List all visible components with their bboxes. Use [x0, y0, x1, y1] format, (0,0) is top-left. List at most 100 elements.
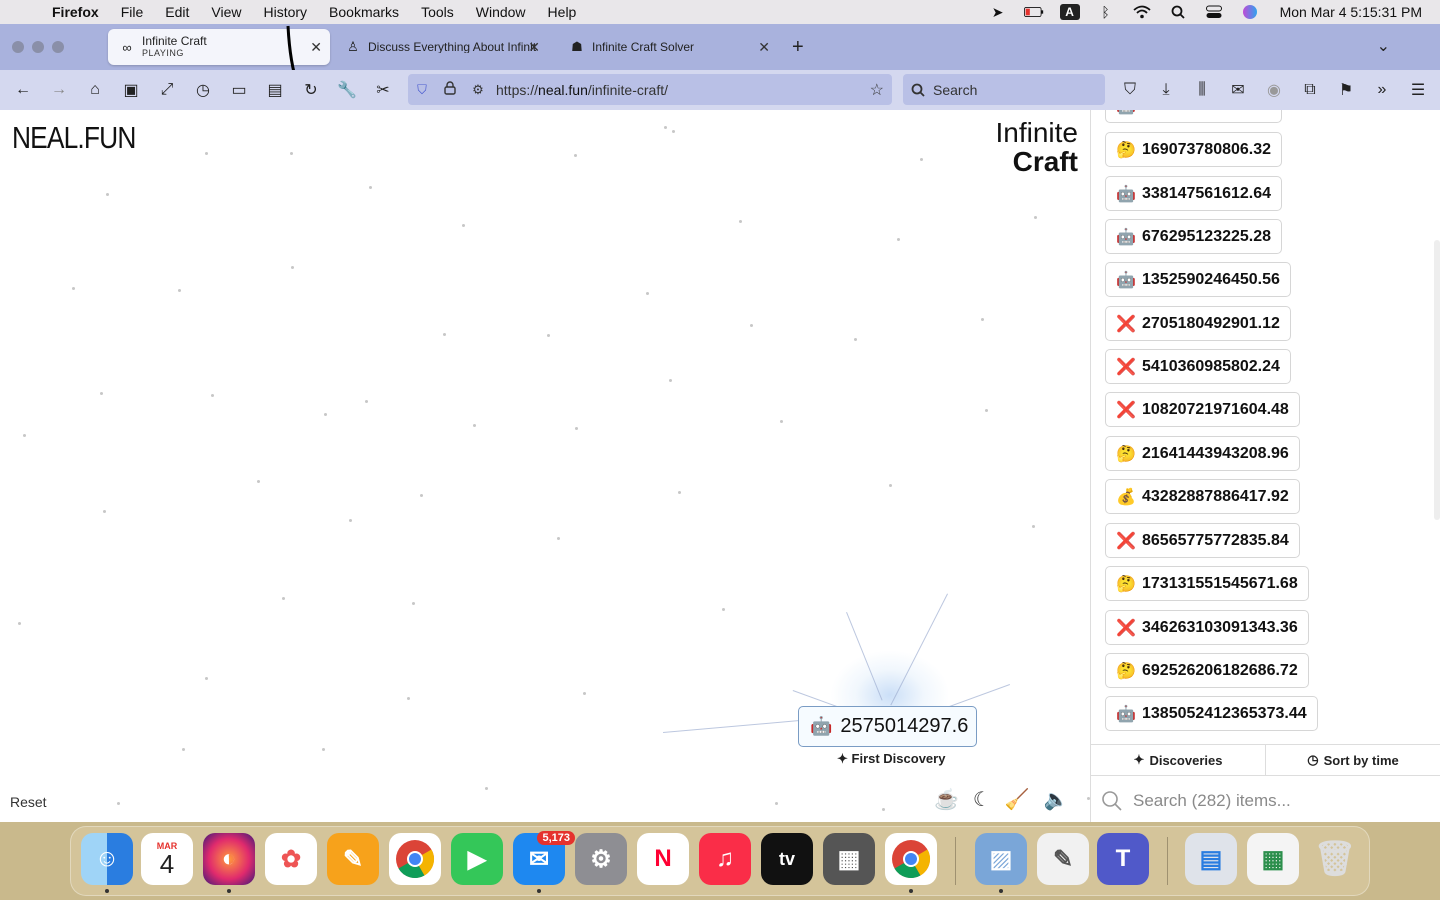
tab-discuss[interactable]: ♙ Discuss Everything About Infinit ✕: [334, 29, 548, 65]
firefox-app-icon[interactable]: ◐: [203, 833, 255, 885]
menu-help[interactable]: Help: [548, 4, 577, 20]
pocket-archive-icon[interactable]: ▣: [113, 75, 149, 105]
extensions-puzzle-icon[interactable]: ⧉: [1292, 75, 1328, 105]
list-item[interactable]: 🤔 692526206182686.72: [1105, 653, 1309, 688]
menu-file[interactable]: File: [121, 4, 144, 20]
bookmark-star-icon[interactable]: ☆: [870, 80, 884, 100]
wrench-icon[interactable]: 🔧: [329, 75, 365, 105]
menu-tools[interactable]: Tools: [421, 4, 454, 20]
downloads-stack-icon[interactable]: ▤: [1185, 833, 1237, 885]
address-bar[interactable]: ⛉ ⚙ https://neal.fun/infinite-craft/ ☆: [408, 74, 892, 105]
list-item[interactable]: 🤖 1385052412365373.44: [1105, 696, 1318, 731]
battery-icon[interactable]: [1023, 4, 1044, 20]
finder-app-icon[interactable]: ☺: [81, 833, 133, 885]
lock-icon[interactable]: [436, 81, 464, 98]
teams-app-icon[interactable]: T: [1097, 833, 1149, 885]
pages-app-icon[interactable]: ✎: [327, 833, 379, 885]
zoom-window-button[interactable]: [52, 41, 64, 53]
menu-bookmarks[interactable]: Bookmarks: [329, 4, 399, 20]
forward-arrow-icon[interactable]: →: [41, 75, 77, 105]
items-list[interactable]: 🤖 169073780072.32 🤔 169073780806.32 🤖 3381475…: [1091, 110, 1440, 742]
sidebar-icon[interactable]: ▤: [257, 75, 293, 105]
history-clock-icon[interactable]: ◷: [185, 75, 221, 105]
discoveries-tab[interactable]: ✦ Discoveries: [1091, 745, 1265, 775]
shield-icon[interactable]: ⛉: [408, 82, 436, 98]
search-bar[interactable]: Search: [903, 74, 1105, 105]
bluetooth-icon[interactable]: ᛒ: [1096, 4, 1116, 20]
close-tab-icon[interactable]: ✕: [758, 39, 770, 56]
extension-tools-icon[interactable]: ✂: [365, 75, 401, 105]
bookmark-folder-icon[interactable]: ▭: [221, 75, 257, 105]
coffee-cup-icon[interactable]: ☕: [934, 787, 959, 812]
hamburger-menu-icon[interactable]: ☰: [1400, 75, 1436, 105]
url-text[interactable]: https://neal.fun/infinite-craft/: [496, 82, 668, 98]
music-app-icon[interactable]: ♫: [699, 833, 751, 885]
control-center-icon[interactable]: [1204, 4, 1224, 20]
mail-icon[interactable]: ✉: [1220, 75, 1256, 105]
documents-stack-icon[interactable]: ▦: [1247, 833, 1299, 885]
apple-tv-app-icon[interactable]: tv: [761, 833, 813, 885]
menu-window[interactable]: Window: [476, 4, 526, 20]
list-item[interactable]: ❌ 86565775772835.84: [1105, 523, 1300, 558]
new-tab-button[interactable]: +: [792, 36, 804, 59]
account-icon[interactable]: ◉: [1256, 75, 1292, 105]
craft-canvas[interactable]: NEAL.FUN Infinite Craft 🤖 2575014297.6 ✦…: [0, 110, 1090, 822]
list-item[interactable]: ❌ 346263103091343.36: [1105, 610, 1309, 645]
list-item[interactable]: 🤖 169073780072.32: [1105, 110, 1283, 123]
chrome-app-icon-2[interactable]: [885, 833, 937, 885]
reset-button[interactable]: Reset: [10, 794, 47, 810]
list-item[interactable]: 🤖 338147561612.64: [1105, 176, 1283, 211]
chrome-app-icon[interactable]: [389, 833, 441, 885]
neal-fun-logo[interactable]: NEAL.FUN: [12, 120, 136, 156]
dark-mode-moon-icon[interactable]: ☾: [973, 787, 991, 812]
mail-app-icon[interactable]: ✉ 5,173: [513, 831, 575, 885]
items-search-input[interactable]: [1133, 791, 1413, 811]
list-item[interactable]: 🤖 1352590246450.56: [1105, 262, 1291, 297]
calendar-app-icon[interactable]: MAR 4: [141, 833, 193, 885]
list-item[interactable]: ❌ 2705180492901.12: [1105, 306, 1291, 341]
list-item[interactable]: 🤔 173131551545671.68: [1105, 566, 1309, 601]
list-item[interactable]: 🤔 21641443943208.96: [1105, 436, 1300, 471]
menu-history[interactable]: History: [263, 4, 307, 20]
calculator-app-icon[interactable]: ▦: [823, 833, 875, 885]
crafted-element[interactable]: 🤖 2575014297.6: [798, 706, 977, 747]
menu-edit[interactable]: Edit: [165, 4, 189, 20]
back-arrow-icon[interactable]: ←: [5, 75, 41, 105]
facetime-app-icon[interactable]: ▶: [451, 833, 503, 885]
close-tab-icon[interactable]: ✕: [528, 39, 540, 56]
list-item[interactable]: ❌ 10820721971604.48: [1105, 392, 1300, 427]
library-icon[interactable]: ⫼: [1184, 75, 1220, 105]
preview-app-icon[interactable]: ▨: [975, 833, 1027, 885]
fullscreen-icon[interactable]: ⤢: [149, 75, 185, 105]
list-item[interactable]: ❌ 5410360985802.24: [1105, 349, 1291, 384]
download-icon[interactable]: ⤓: [1148, 75, 1184, 105]
news-app-icon[interactable]: N: [637, 833, 689, 885]
spotlight-search-icon[interactable]: [1168, 4, 1188, 20]
location-arrow-icon[interactable]: ➤: [988, 4, 1008, 20]
input-source-icon[interactable]: A: [1059, 4, 1080, 20]
sort-by-time-tab[interactable]: ◷ Sort by time: [1265, 745, 1440, 775]
sound-speaker-icon[interactable]: 🔈: [1044, 787, 1069, 812]
system-settings-app-icon[interactable]: ⚙: [575, 833, 627, 885]
menubar-clock[interactable]: Mon Mar 4 5:15:31 PM: [1280, 4, 1422, 20]
trash-icon[interactable]: 🗑: [1309, 833, 1361, 885]
menu-view[interactable]: View: [211, 4, 241, 20]
list-item[interactable]: 💰 43282887886417.92: [1105, 479, 1300, 514]
reload-icon[interactable]: ↻: [293, 75, 329, 105]
overflow-chevrons-icon[interactable]: »: [1364, 75, 1400, 105]
broom-clear-icon[interactable]: 🧹: [1005, 787, 1030, 812]
close-tab-icon[interactable]: ✕: [310, 39, 322, 56]
minimize-window-button[interactable]: [32, 41, 44, 53]
wifi-icon[interactable]: [1132, 4, 1152, 20]
permissions-icon[interactable]: ⚙: [464, 82, 492, 98]
chevron-down-icon[interactable]: ⌄: [1377, 36, 1390, 56]
list-item[interactable]: 🤖 676295123225.28: [1105, 219, 1283, 254]
flag-icon[interactable]: ⚑: [1328, 75, 1364, 105]
menu-app-name[interactable]: Firefox: [52, 4, 99, 20]
tab-solver[interactable]: ☗ Infinite Craft Solver ✕: [558, 29, 778, 65]
siri-icon[interactable]: [1240, 4, 1260, 20]
pocket-icon[interactable]: ⛉: [1112, 75, 1148, 105]
close-window-button[interactable]: [12, 41, 24, 53]
photos-app-icon[interactable]: ✿: [265, 833, 317, 885]
scrollbar[interactable]: [1434, 240, 1440, 520]
